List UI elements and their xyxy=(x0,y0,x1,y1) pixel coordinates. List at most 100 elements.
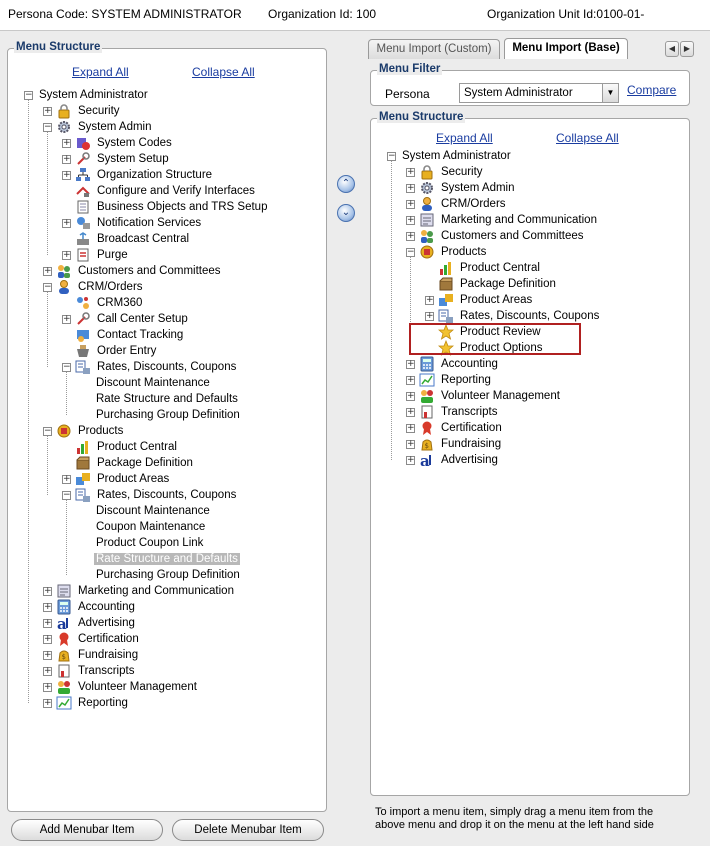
expand-icon[interactable]: + xyxy=(43,586,52,596)
tree-node-system-codes[interactable]: + System Codes xyxy=(62,135,174,151)
tree-node-product-areas[interactable]: + Product Areas xyxy=(425,292,534,308)
tree-node-crm-orders[interactable]: − CRM/Orders xyxy=(43,279,145,295)
tree-node-security[interactable]: + Security xyxy=(406,164,485,180)
left-expand-all-link[interactable]: Expand All xyxy=(72,65,129,79)
tree-node-notification-services[interactable]: + Notification Services xyxy=(62,215,203,231)
expand-icon[interactable]: + xyxy=(425,295,434,305)
tree-node-crm-orders[interactable]: + CRM/Orders xyxy=(406,196,508,212)
tree-node-configure-and-verify-interfaces[interactable]: Configure and Verify Interfaces xyxy=(62,183,257,199)
tree-node-call-center-setup[interactable]: + Call Center Setup xyxy=(62,311,190,327)
tree-node-certification[interactable]: + Certification xyxy=(43,631,141,647)
collapse-icon[interactable]: − xyxy=(43,122,52,132)
expand-icon[interactable]: + xyxy=(43,602,52,612)
tree-node-fundraising[interactable]: + $ Fundraising xyxy=(43,647,140,663)
tree-node-broadcast-central[interactable]: Broadcast Central xyxy=(62,231,191,247)
tab-scroll-right-button[interactable]: ▶ xyxy=(680,41,694,57)
collapse-icon[interactable]: − xyxy=(24,90,33,100)
expand-icon[interactable]: + xyxy=(406,455,415,465)
collapse-icon[interactable]: − xyxy=(62,362,71,372)
tree-node-accounting[interactable]: + Accounting xyxy=(406,356,500,372)
tree-node-discount-maintenance[interactable]: Discount Maintenance xyxy=(81,375,212,391)
expand-icon[interactable]: + xyxy=(406,231,415,241)
expand-icon[interactable]: + xyxy=(62,170,71,180)
tree-node-product-coupon-link[interactable]: Product Coupon Link xyxy=(81,535,205,551)
expand-icon[interactable]: + xyxy=(406,407,415,417)
expand-icon[interactable]: + xyxy=(62,218,71,228)
tree-node-coupon-maintenance[interactable]: Coupon Maintenance xyxy=(81,519,207,535)
expand-icon[interactable]: + xyxy=(406,391,415,401)
tree-node-advertising[interactable]: + a Advertising xyxy=(406,452,500,470)
tree-node-fundraising[interactable]: + $ Fundraising xyxy=(406,436,503,452)
tree-node-customers-and-committees[interactable]: + Customers and Committees xyxy=(406,228,586,244)
expand-icon[interactable]: + xyxy=(43,634,52,644)
expand-icon[interactable]: + xyxy=(406,215,415,225)
expand-icon[interactable]: + xyxy=(43,650,52,660)
expand-icon[interactable]: + xyxy=(62,314,71,324)
tree-node-product-central[interactable]: Product Central xyxy=(62,439,179,455)
collapse-icon[interactable]: − xyxy=(43,426,52,436)
tree-node-purge[interactable]: + Purge xyxy=(62,247,130,263)
expand-icon[interactable]: + xyxy=(406,375,415,385)
expand-icon[interactable]: + xyxy=(43,698,52,708)
expand-icon[interactable]: + xyxy=(406,183,415,193)
tree-node-volunteer-management[interactable]: + Volunteer Management xyxy=(43,679,199,695)
expand-icon[interactable]: + xyxy=(62,154,71,164)
tree-node-product-areas[interactable]: + Product Areas xyxy=(62,471,171,487)
tree-node-package-definition[interactable]: Package Definition xyxy=(62,455,195,471)
tab-menu-import-custom[interactable]: Menu Import (Custom) xyxy=(368,39,500,59)
move-down-button[interactable]: ⌄ xyxy=(337,204,355,222)
tree-node-package-definition[interactable]: Package Definition xyxy=(425,276,558,292)
tree-node-rates-discounts-coupons[interactable]: − Rates, Discounts, Coupons xyxy=(62,487,238,503)
expand-icon[interactable]: + xyxy=(43,106,52,116)
expand-icon[interactable]: + xyxy=(62,250,71,260)
chevron-down-icon[interactable]: ▼ xyxy=(602,84,618,102)
tree-node-discount-maintenance[interactable]: Discount Maintenance xyxy=(81,503,212,519)
tree-node-system-setup[interactable]: + System Setup xyxy=(62,151,171,167)
expand-icon[interactable]: + xyxy=(425,311,434,321)
tree-node-products[interactable]: − Products xyxy=(43,423,125,439)
tree-node-system-admin[interactable]: + System Admin xyxy=(406,180,517,196)
tree-node-certification[interactable]: + Certification xyxy=(406,420,504,436)
tree-node-system-admin[interactable]: − System Admin xyxy=(43,119,154,135)
persona-select[interactable]: System Administrator ▼ xyxy=(459,83,619,103)
tree-node-transcripts[interactable]: + Transcripts xyxy=(43,663,136,679)
right-expand-all-link[interactable]: Expand All xyxy=(436,131,493,145)
tab-scroll-left-button[interactable]: ◀ xyxy=(665,41,679,57)
tree-node-products[interactable]: − Products xyxy=(406,244,488,260)
tree-node-reporting[interactable]: + Reporting xyxy=(43,695,130,711)
delete-menubar-item-button[interactable]: Delete Menubar Item xyxy=(172,819,324,841)
expand-icon[interactable]: + xyxy=(43,266,52,276)
tree-node-purchasing-group-definition[interactable]: Purchasing Group Definition xyxy=(81,567,242,583)
tree-node-transcripts[interactable]: + Transcripts xyxy=(406,404,499,420)
left-collapse-all-link[interactable]: Collapse All xyxy=(192,65,255,79)
tab-menu-import-base[interactable]: Menu Import (Base) xyxy=(504,38,628,59)
tree-node-rate-structure-and-defaults[interactable]: Rate Structure and Defaults xyxy=(81,551,240,567)
tree-node-reporting[interactable]: + Reporting xyxy=(406,372,493,388)
expand-icon[interactable]: + xyxy=(406,423,415,433)
expand-icon[interactable]: + xyxy=(62,474,71,484)
compare-link[interactable]: Compare xyxy=(627,83,676,97)
collapse-icon[interactable]: − xyxy=(62,490,71,500)
expand-icon[interactable]: + xyxy=(43,682,52,692)
tree-node-advertising[interactable]: + a Advertising xyxy=(43,615,137,633)
expand-icon[interactable]: + xyxy=(43,666,52,676)
tree-node-product-central[interactable]: Product Central xyxy=(425,260,542,276)
tree-node-accounting[interactable]: + Accounting xyxy=(43,599,137,615)
expand-icon[interactable]: + xyxy=(406,439,415,449)
tree-node-crm360[interactable]: CRM360 xyxy=(62,295,144,311)
tree-node-rate-structure-and-defaults[interactable]: Rate Structure and Defaults xyxy=(81,391,240,407)
collapse-icon[interactable]: − xyxy=(387,151,396,161)
tree-node-marketing-and-communication[interactable]: + Marketing and Communication xyxy=(43,583,236,599)
tree-node-system-administrator[interactable]: − System Administrator xyxy=(387,148,513,164)
tree-node-security[interactable]: + Security xyxy=(43,103,122,119)
expand-icon[interactable]: + xyxy=(406,167,415,177)
tree-node-contact-tracking[interactable]: Contact Tracking xyxy=(62,327,185,343)
collapse-icon[interactable]: − xyxy=(406,247,415,257)
tree-node-marketing-and-communication[interactable]: + Marketing and Communication xyxy=(406,212,599,228)
add-menubar-item-button[interactable]: Add Menubar Item xyxy=(11,819,163,841)
tree-node-organization-structure[interactable]: + Organization Structure xyxy=(62,167,214,183)
right-collapse-all-link[interactable]: Collapse All xyxy=(556,131,619,145)
expand-icon[interactable]: + xyxy=(406,359,415,369)
expand-icon[interactable]: + xyxy=(406,199,415,209)
tree-node-rates-discounts-coupons[interactable]: + Rates, Discounts, Coupons xyxy=(425,308,601,324)
